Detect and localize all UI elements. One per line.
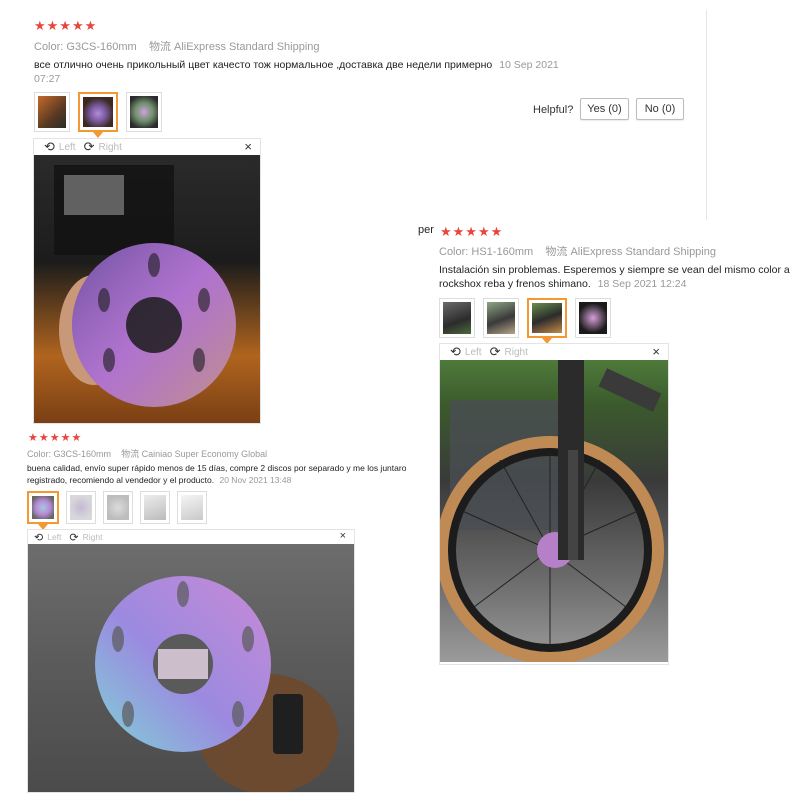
review-body: Instalación sin problemas. Esperemos y s… [439, 264, 790, 276]
thumbnail-image [70, 495, 92, 520]
thumbnail[interactable] [34, 92, 70, 132]
review-body-cont: rockshox reba y frenos shimano. [439, 278, 591, 290]
rotate-right-label: Right [82, 532, 103, 542]
helpful-label: Helpful? [533, 104, 574, 116]
thumbnail-image [83, 97, 113, 127]
photo-graphic [440, 360, 664, 662]
color-label: Color: [439, 246, 469, 258]
thumbnail-image [144, 495, 166, 520]
review-date: 10 Sep 2021 [499, 59, 559, 71]
rotate-left-button[interactable]: ⟲ Left [34, 531, 61, 544]
rotate-right-button[interactable]: ⟳ Right [69, 531, 102, 544]
thumbnail-strip [27, 491, 215, 530]
review-text: все отлично очень прикольный цвет качест… [34, 59, 559, 71]
color-label: Color: [27, 449, 52, 459]
thumbnail-strip [34, 92, 170, 138]
thumbnail[interactable] [126, 92, 162, 132]
rotate-right-icon: ⟳ [83, 139, 95, 154]
shipping-value: AliExpress Standard Shipping [174, 41, 320, 53]
photo-graphic [54, 165, 236, 407]
shipping-value: AliExpress Standard Shipping [570, 246, 716, 258]
thumbnail[interactable] [66, 491, 96, 524]
review-date: 20 Nov 2021 13:48 [219, 475, 292, 485]
rotate-right-button[interactable]: ⟳ Right [490, 344, 528, 360]
review-date: 18 Sep 2021 12:24 [597, 278, 687, 290]
thumbnail-image [38, 96, 66, 128]
image-viewer: ⟲ Left ⟳ Right × [27, 529, 355, 793]
review-text-line2: rockshox reba y frenos shimano. 18 Sep 2… [439, 278, 686, 290]
rating-stars: ★★★★★ [28, 432, 83, 444]
rotate-left-icon: ⟲ [34, 531, 44, 544]
thumbnail-image [181, 495, 203, 520]
review-photo [440, 360, 668, 662]
rotate-right-icon: ⟳ [69, 531, 79, 544]
review-body-cont: registrado, recomiendo al vendedor y el … [27, 475, 215, 485]
rotate-left-button[interactable]: ⟲ Left [450, 344, 482, 360]
close-icon[interactable]: × [244, 139, 252, 154]
page-divider [706, 10, 707, 220]
rotate-left-icon: ⟲ [44, 139, 55, 154]
thumbnail-image [579, 302, 607, 334]
shipping-value: Cainiao Super Economy Global [141, 449, 268, 459]
review-meta: Color: HS1-160mm 物流 AliExpress Standard … [439, 243, 716, 259]
review-photo [34, 155, 260, 423]
review-body: buena calidad, envío super rápido menos … [27, 463, 407, 473]
thumbnail-selected[interactable] [527, 298, 567, 344]
thumbnail-selected[interactable] [27, 491, 59, 530]
rotate-right-button[interactable]: ⟳ Right [84, 139, 122, 155]
thumbnail[interactable] [483, 298, 519, 338]
review-meta: Color: G3CS-160mm 物流 AliExpress Standard… [34, 38, 320, 54]
shipping-label: 物流 [148, 41, 171, 53]
helpful-no-button[interactable]: No (0) [636, 98, 684, 120]
shipping-label: 物流 [121, 449, 140, 459]
thumbnail-image [32, 496, 54, 519]
image-viewer: ⟲ Left ⟳ Right × [33, 138, 261, 424]
rating-stars: ★★★★★ [440, 224, 504, 239]
thumbnail[interactable] [439, 298, 475, 338]
rotate-left-icon: ⟲ [450, 344, 461, 359]
rotate-left-label: Left [58, 141, 76, 153]
thumbnail-image [130, 96, 158, 128]
close-icon[interactable]: × [340, 530, 346, 542]
thumbnail[interactable] [103, 491, 133, 524]
rotate-left-label: Left [464, 346, 482, 358]
rating-stars: ★★★★★ [34, 18, 98, 33]
color-value: HS1-160mm [471, 246, 534, 258]
rotate-right-label: Right [504, 346, 528, 358]
viewer-toolbar: ⟲ Left ⟳ Right × [28, 530, 354, 544]
helpful-yes-button[interactable]: Yes (0) [580, 98, 629, 120]
rotate-right-label: Right [98, 141, 122, 153]
thumbnail[interactable] [140, 491, 170, 524]
review-card-3: ★★★★★ Color: G3CS-160mm 物流 Cainiao Super… [0, 428, 420, 800]
rotate-left-label: Left [47, 532, 62, 542]
review-photo [28, 544, 354, 792]
thumbnail-selected[interactable] [78, 92, 118, 138]
review-body: все отлично очень прикольный цвет качест… [34, 59, 493, 71]
close-icon[interactable]: × [652, 344, 660, 359]
color-label: Color: [34, 41, 64, 53]
color-value: G3CS-160mm [66, 41, 137, 53]
viewer-toolbar: ⟲ Left ⟳ Right × [34, 139, 260, 155]
color-value: G3CS-160mm [53, 449, 112, 459]
review-meta: Color: G3CS-160mm 物流 Cainiao Super Econo… [27, 447, 267, 460]
viewer-toolbar: ⟲ Left ⟳ Right × [440, 344, 668, 360]
thumbnail-image [487, 302, 515, 334]
thumbnail[interactable] [575, 298, 611, 338]
thumbnail-image [532, 303, 562, 333]
thumbnail-strip [439, 298, 619, 344]
partial-text: per [418, 224, 434, 236]
review-text-line2: registrado, recomiendo al vendedor y el … [27, 475, 291, 485]
photo-graphic [95, 576, 338, 792]
thumbnail[interactable] [177, 491, 207, 524]
review-time: 07:27 [34, 73, 61, 85]
rotate-right-icon: ⟳ [489, 344, 501, 359]
rotate-left-button[interactable]: ⟲ Left [44, 139, 76, 155]
shipping-label: 物流 [545, 246, 568, 258]
thumbnail-image [443, 302, 471, 334]
image-viewer: ⟲ Left ⟳ Right × [439, 343, 669, 665]
thumbnail-image [107, 495, 129, 520]
review-card-2: per ★★★★★ Color: HS1-160mm 物流 AliExpress… [418, 222, 800, 666]
